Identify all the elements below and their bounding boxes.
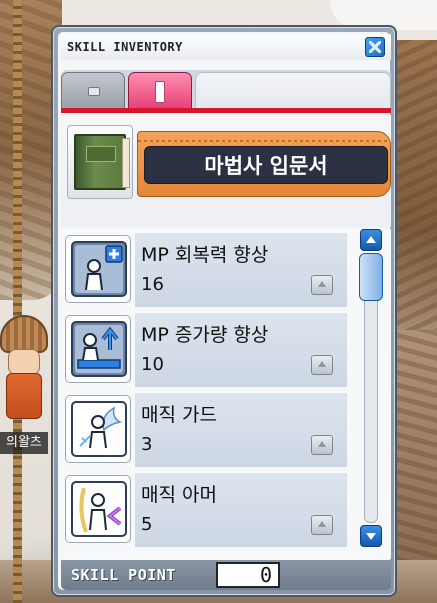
skill-row[interactable]: MP 회복력 향상 16 xyxy=(65,233,347,307)
level-up-button[interactable] xyxy=(311,515,333,535)
player-nametag: 의왈츠 xyxy=(0,432,48,454)
job-plate: 마법사 입문서 xyxy=(137,131,391,197)
skill-name: MP 증가량 향상 xyxy=(141,324,269,346)
level-up-button[interactable] xyxy=(311,435,333,455)
scroll-thumb[interactable] xyxy=(359,253,383,301)
skill-name: 매직 아머 xyxy=(141,484,217,506)
climbing-rope[interactable] xyxy=(13,0,22,603)
job-name: 마법사 입문서 xyxy=(204,154,328,178)
skill-row[interactable]: MP 증가량 향상 10 xyxy=(65,313,347,387)
window-title: SKILL INVENTORY xyxy=(67,40,183,54)
skill-scrollbar[interactable] xyxy=(358,229,384,547)
character-face xyxy=(8,349,40,375)
tab-empty xyxy=(195,72,391,108)
job-header: 마법사 입문서 xyxy=(61,115,391,227)
tab-underline xyxy=(61,108,391,113)
title-bar[interactable]: SKILL INVENTORY xyxy=(61,34,391,60)
player-character[interactable] xyxy=(0,315,48,425)
tab-beginner[interactable] xyxy=(61,72,125,108)
skill-point-bar: SKILL POINT 0 xyxy=(61,560,391,590)
skill-list: MP 회복력 향상 16 MP 증가량 향상 10 매직 가드 3 매직 아머 … xyxy=(61,229,391,559)
character-hat xyxy=(0,315,48,353)
tab-first-job-icon xyxy=(155,81,165,103)
job-tabs xyxy=(61,70,391,110)
scroll-down-button[interactable] xyxy=(360,525,382,547)
tab-first-job[interactable] xyxy=(128,72,192,108)
skill-point-value: 0 xyxy=(259,563,272,587)
skill-icon-box[interactable] xyxy=(65,395,131,463)
level-up-button[interactable] xyxy=(311,355,333,375)
mp-recovery-icon xyxy=(71,241,127,297)
skill-point-box: 0 xyxy=(216,562,280,588)
mp-increase-icon xyxy=(71,321,127,377)
skill-level: 10 xyxy=(141,354,164,375)
magic-guard-icon xyxy=(71,401,127,457)
level-up-button[interactable] xyxy=(311,275,333,295)
character-body xyxy=(6,373,42,419)
skill-name: MP 회복력 향상 xyxy=(141,244,269,266)
skill-row[interactable]: 매직 아머 5 xyxy=(65,473,347,547)
scroll-up-button[interactable] xyxy=(360,229,382,251)
magic-armor-icon xyxy=(71,481,127,537)
skill-icon-box[interactable] xyxy=(65,475,131,543)
tab-beginner-icon xyxy=(88,87,100,96)
skill-level: 5 xyxy=(141,514,153,535)
skill-icon-box[interactable] xyxy=(65,315,131,383)
skill-icon-box[interactable] xyxy=(65,235,131,303)
skill-name: 매직 가드 xyxy=(141,404,217,426)
skill-point-label: SKILL POINT xyxy=(71,566,176,584)
job-name-box: 마법사 입문서 xyxy=(144,146,388,184)
skill-row[interactable]: 매직 가드 3 xyxy=(65,393,347,467)
skill-level: 16 xyxy=(141,274,164,295)
skill-window: SKILL INVENTORY 마법사 입문서 MP 회복력 향상 16 MP … xyxy=(51,25,397,597)
skill-level: 3 xyxy=(141,434,153,455)
close-button[interactable] xyxy=(365,37,385,57)
book-icon xyxy=(74,134,130,190)
cliff-right-lower xyxy=(392,330,437,560)
